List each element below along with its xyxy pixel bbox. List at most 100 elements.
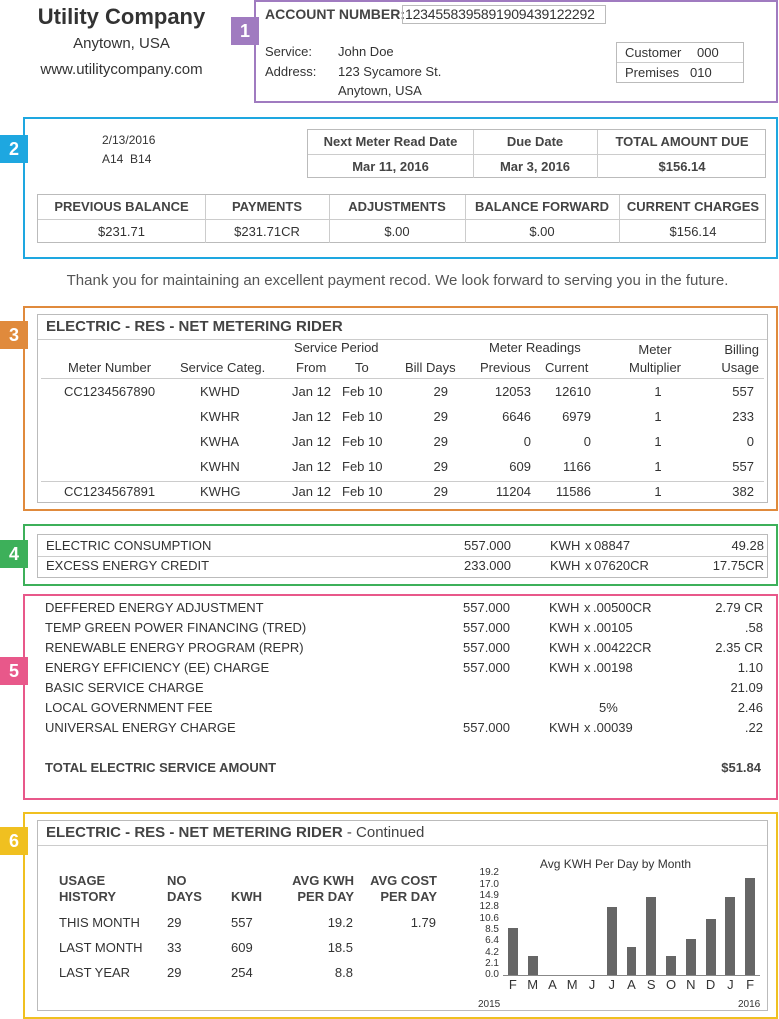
chart-year-start: 2015: [478, 999, 501, 1010]
charge-amount: 21.09: [730, 680, 763, 695]
customer-premises-box: Customer 000 Premises 010: [616, 42, 744, 83]
x-tick-label: S: [646, 977, 656, 992]
service-period-label: Service Period: [294, 340, 379, 355]
chart-bar: [626, 947, 637, 975]
due-date-value: Mar 3, 2016: [499, 159, 571, 174]
bill-days-header: Bill Days: [405, 360, 456, 375]
meter-mult-label-2: Multiplier: [628, 360, 681, 375]
chart-bar: [646, 897, 657, 975]
charge-rate: 08847: [594, 538, 631, 553]
history-period: LAST YEAR: [59, 965, 131, 980]
charge-unit: KWH: [549, 720, 580, 735]
charge-x: x: [584, 660, 591, 675]
customer-label: Customer: [625, 45, 682, 60]
chart-bar: [507, 928, 518, 975]
avg-cost-header-1: AVG COST: [370, 873, 437, 888]
avg-cost-header-2: PER DAY: [380, 889, 437, 904]
charge-x: x: [584, 640, 591, 655]
charge-rate: .00500CR: [593, 600, 652, 615]
adjustments-value: $.00: [384, 224, 410, 239]
history-title-wrap: ELECTRIC - RES - NET METERING RIDER - Co…: [46, 824, 424, 841]
charge-label: LOCAL GOVERNMENT FEE: [45, 700, 213, 715]
period-from: Jan 12: [292, 484, 332, 499]
chart-year-end: 2016: [738, 999, 761, 1010]
usage-header-1: USAGE: [59, 873, 106, 888]
charge-quantity: 557.000: [463, 720, 510, 735]
y-tick-label: 19.2: [479, 867, 499, 878]
y-tick-label: 0.0: [485, 969, 499, 980]
billing-usage: 233: [732, 409, 754, 424]
x-tick-label: A: [548, 977, 557, 992]
charge-amount: .58: [744, 620, 763, 635]
chart-bar: [606, 907, 617, 975]
account-number-label: ACCOUNT NUMBER:: [265, 6, 405, 22]
company-name: Utility Company: [37, 4, 206, 29]
current-charges-value: $156.14: [669, 224, 717, 239]
history-title: ELECTRIC - RES - NET METERING RIDER: [46, 824, 343, 841]
address-line-1: 123 Sycamore St.: [338, 64, 442, 79]
charge-amount: .22: [744, 720, 763, 735]
current-reading: 0: [583, 434, 591, 449]
charge-rate: .00105: [593, 620, 633, 635]
charge-x: x: [585, 558, 592, 573]
history-days: 29: [167, 965, 182, 980]
thank-you-message: Thank you for maintaining an excellent p…: [66, 272, 729, 289]
period-to: Feb 10: [342, 459, 383, 474]
total-service-amount: $51.84: [721, 760, 761, 775]
charge-amount: 2.46: [737, 700, 763, 715]
service-categ: KWHD: [200, 384, 240, 399]
billing-usage: 0: [746, 434, 754, 449]
period-to: Feb 10: [342, 434, 383, 449]
payments-value: $231.71CR: [234, 224, 300, 239]
meter-readings-label: Meter Readings: [489, 340, 581, 355]
previous-reading: 11204: [495, 484, 531, 499]
previous-balance-label: PREVIOUS BALANCE: [54, 199, 189, 214]
bill-days: 29: [433, 484, 448, 499]
x-tick-label: A: [627, 977, 636, 992]
current-reading: 6979: [562, 409, 591, 424]
meter-multiplier: 1: [654, 434, 662, 449]
avg-kwh-header-1: AVG KWH: [292, 873, 354, 888]
charge-unit: KWH: [549, 640, 580, 655]
period-from: Jan 12: [292, 384, 332, 399]
meter-multiplier: 1: [654, 384, 662, 399]
charge-quantity: 557.000: [463, 640, 510, 655]
period-to: Feb 10: [342, 384, 383, 399]
history-period: LAST MONTH: [59, 940, 143, 955]
x-axis: [503, 975, 760, 976]
history-avg-kwh: 8.8: [334, 965, 353, 980]
history-avg-kwh: 19.2: [327, 915, 353, 930]
charge-unit: KWH: [549, 660, 580, 675]
statement-codes: A14 B14: [102, 152, 152, 166]
history-period: THIS MONTH: [59, 915, 140, 930]
no-days-header-2: DAYS: [167, 889, 202, 904]
billing-usage-label-1: Billing: [724, 342, 759, 357]
chart-bar: [725, 897, 736, 975]
current-reading: 12610: [554, 384, 591, 399]
balance-table: PREVIOUS BALANCE PAYMENTS ADJUSTMENTS BA…: [37, 194, 766, 243]
x-tick-label: J: [727, 977, 734, 992]
x-tick-label: M: [527, 977, 539, 992]
due-table: Next Meter Read Date Due Date TOTAL AMOU…: [307, 129, 766, 178]
meter-mult-label-1: Meter: [638, 342, 672, 357]
charge-x: x: [584, 600, 591, 615]
chart-bar: [527, 955, 538, 975]
service-categ-header: Service Categ.: [180, 360, 266, 375]
charge-amount: 17.75CR: [712, 558, 764, 573]
meter-number-header: Meter Number: [68, 360, 152, 375]
statement-date: 2/13/2016: [102, 133, 156, 147]
billing-usage-label-2: Usage: [721, 360, 759, 375]
x-tick-label: F: [746, 977, 755, 992]
adjustments-label: ADJUSTMENTS: [348, 199, 446, 214]
charge-x: x: [584, 720, 591, 735]
consumption-section: ELECTRIC CONSUMPTION 557.000 KWH x 08847 49.2…: [23, 524, 778, 586]
meter-multiplier: 1: [654, 484, 662, 499]
previous-reading: 0: [523, 434, 531, 449]
total-due-label: TOTAL AMOUNT DUE: [615, 134, 749, 149]
charge-rate: 5%: [599, 700, 618, 715]
history-kwh: 609: [231, 940, 253, 955]
meter-multiplier: 1: [654, 409, 662, 424]
bill-days: 29: [433, 384, 448, 399]
history-kwh: 254: [231, 965, 253, 980]
x-tick-label: F: [508, 977, 517, 992]
